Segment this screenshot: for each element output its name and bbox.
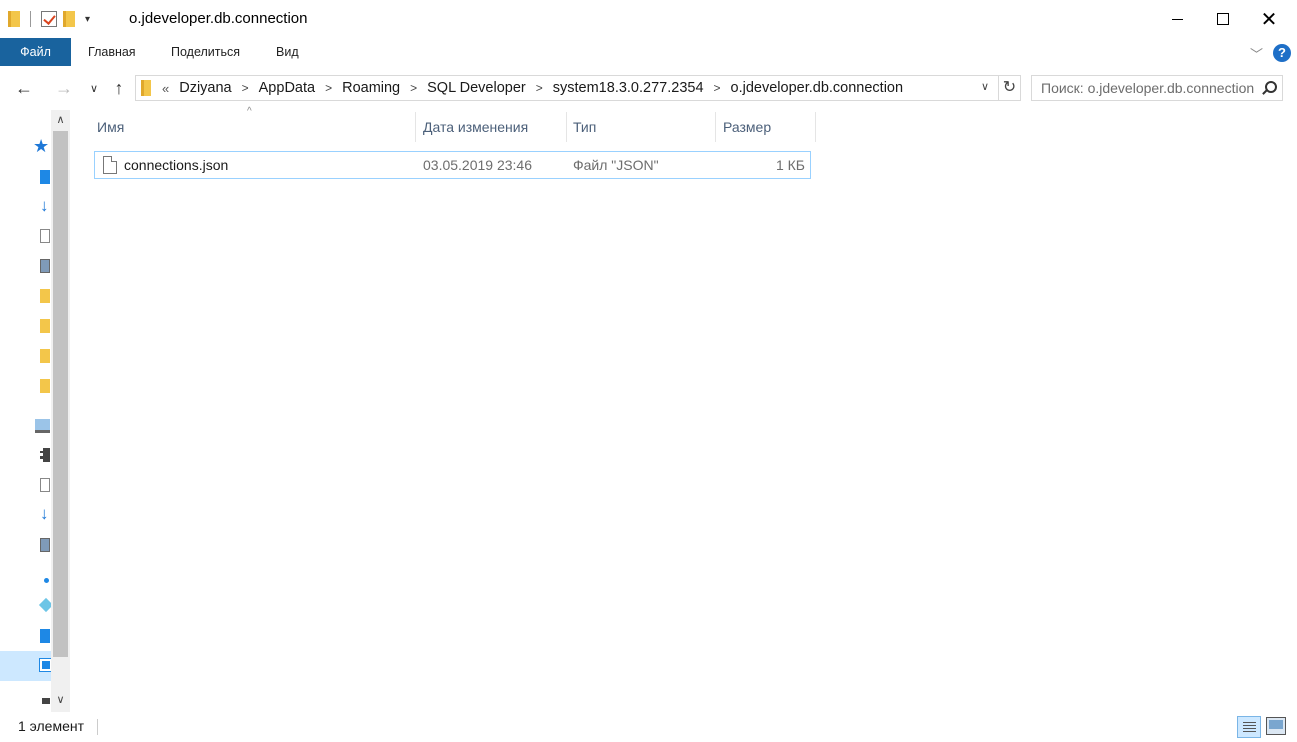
folder-icon[interactable] [40, 349, 50, 363]
file-icon [103, 156, 117, 174]
file-list: ^ Имя Дата изменения Тип Размер connecti… [72, 106, 1297, 712]
properties-icon[interactable] [41, 11, 57, 27]
back-arrow-icon[interactable]: ← [12, 76, 36, 100]
tab-share[interactable]: Поделиться [171, 38, 240, 66]
column-header-size[interactable]: Размер [716, 112, 815, 142]
breadcrumb-item[interactable]: SQL Developer [427, 80, 526, 96]
window-title: o.jdeveloper.db.connection [129, 10, 308, 27]
desktop-icon[interactable] [40, 170, 50, 184]
toolbar-divider [30, 11, 31, 27]
minimize-button[interactable] [1154, 0, 1200, 38]
breadcrumb-item[interactable]: Roaming [342, 80, 400, 96]
folder-icon[interactable] [40, 379, 50, 393]
address-history-chevron-icon[interactable]: ∨ [981, 80, 989, 93]
folder-icon [8, 11, 20, 27]
up-arrow-icon[interactable]: ↑ [107, 76, 131, 100]
network-drive-icon[interactable] [42, 698, 50, 704]
details-view-icon[interactable] [1237, 716, 1261, 738]
ribbon-tabs: Файл Главная Поделиться Вид ﹀ ? [0, 38, 1297, 66]
column-header-type[interactable]: Тип [566, 112, 715, 142]
close-icon: ✕ [1260, 8, 1278, 31]
chevron-right-icon[interactable]: > [714, 81, 721, 95]
downloads-icon[interactable] [40, 504, 50, 524]
chevron-right-icon[interactable]: > [536, 81, 543, 95]
pictures-icon[interactable] [40, 259, 50, 273]
chevron-right-icon[interactable]: > [242, 81, 249, 95]
scrollbar-thumb[interactable] [53, 131, 68, 657]
breadcrumb-item[interactable]: system18.3.0.277.2354 [553, 80, 704, 96]
breadcrumb-overflow[interactable]: « [162, 81, 169, 96]
file-date: 03.05.2019 23:46 [423, 157, 532, 173]
tab-home[interactable]: Главная [88, 38, 136, 66]
documents-icon[interactable] [40, 229, 50, 243]
scroll-up-chevron-icon[interactable]: ∧ [51, 110, 70, 130]
folder-icon[interactable] [40, 289, 50, 303]
minimize-icon [1171, 18, 1183, 20]
customize-toolbar-dropdown-icon[interactable]: ▾ [85, 14, 90, 25]
close-button[interactable]: ✕ [1246, 0, 1292, 38]
quick-access-toolbar: ▾ [8, 8, 90, 30]
documents-icon[interactable] [40, 478, 50, 492]
column-divider[interactable] [815, 112, 816, 142]
quick-access-star-icon[interactable]: ★ [33, 137, 51, 155]
search-icon[interactable] [1260, 79, 1277, 97]
file-name[interactable]: connections.json [124, 157, 228, 173]
search-input[interactable]: Поиск: o.jdeveloper.db.connection [1031, 75, 1283, 101]
navigation-bar: ← → ∨ ↑ « Dziyana > AppData > Roaming > … [0, 66, 1297, 110]
recent-locations-chevron-icon[interactable]: ∨ [82, 76, 106, 100]
navigation-scrollbar[interactable]: ∧ ∨ [51, 110, 70, 712]
navigation-pane: ★ ∧ ∨ [0, 110, 72, 712]
column-header-name[interactable]: Имя [90, 112, 415, 142]
expand-ribbon-chevron-icon[interactable]: ﹀ [1250, 44, 1263, 63]
breadcrumb-item[interactable]: AppData [259, 80, 315, 96]
folder-icon [141, 80, 151, 96]
tab-view[interactable]: Вид [276, 38, 299, 66]
forward-arrow-icon[interactable]: → [52, 76, 76, 100]
videos-icon[interactable] [40, 448, 50, 462]
file-size: 1 КБ [775, 157, 805, 173]
file-type: Файл "JSON" [573, 157, 659, 173]
new-folder-icon[interactable] [63, 11, 75, 27]
refresh-icon[interactable]: ↻ [999, 75, 1021, 101]
chevron-right-icon[interactable]: > [325, 81, 332, 95]
search-placeholder: Поиск: o.jdeveloper.db.connection [1041, 80, 1255, 96]
large-icons-view-icon[interactable] [1266, 717, 1286, 735]
chevron-right-icon[interactable]: > [410, 81, 417, 95]
title-bar: ▾ o.jdeveloper.db.connection ✕ [0, 0, 1297, 38]
maximize-icon [1217, 13, 1229, 25]
table-row[interactable]: connections.json 03.05.2019 23:46 Файл "… [94, 151, 811, 179]
maximize-button[interactable] [1200, 0, 1246, 38]
folder-icon[interactable] [40, 319, 50, 333]
breadcrumb-item-current[interactable]: o.jdeveloper.db.connection [731, 80, 904, 96]
status-bar: 1 элемент [0, 712, 1297, 742]
breadcrumb-item[interactable]: Dziyana [179, 80, 231, 96]
address-bar[interactable]: « Dziyana > AppData > Roaming > SQL Deve… [135, 75, 999, 101]
this-pc-icon[interactable] [35, 419, 50, 433]
column-header-date[interactable]: Дата изменения [416, 112, 566, 142]
status-divider [97, 719, 98, 735]
pictures-icon[interactable] [40, 538, 50, 552]
downloads-icon[interactable] [40, 196, 50, 216]
breadcrumb: « Dziyana > AppData > Roaming > SQL Deve… [162, 76, 903, 100]
help-icon[interactable]: ? [1273, 44, 1291, 62]
item-count: 1 элемент [18, 718, 85, 734]
music-icon[interactable] [44, 578, 49, 583]
tab-file[interactable]: Файл [0, 38, 71, 66]
scroll-down-chevron-icon[interactable]: ∨ [51, 690, 70, 710]
desktop-icon[interactable] [40, 629, 50, 643]
